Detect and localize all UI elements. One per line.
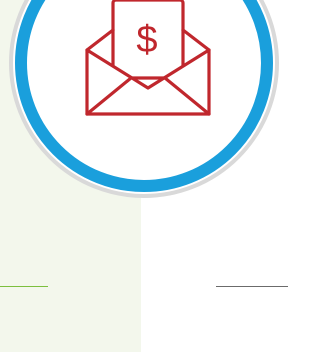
envelope-badge: $ bbox=[9, 0, 279, 198]
page: $ bbox=[0, 0, 288, 352]
dollar-sign: $ bbox=[136, 19, 157, 61]
divider-right bbox=[216, 286, 288, 287]
badge-graphic: $ bbox=[9, 0, 279, 198]
divider-left bbox=[0, 286, 48, 287]
